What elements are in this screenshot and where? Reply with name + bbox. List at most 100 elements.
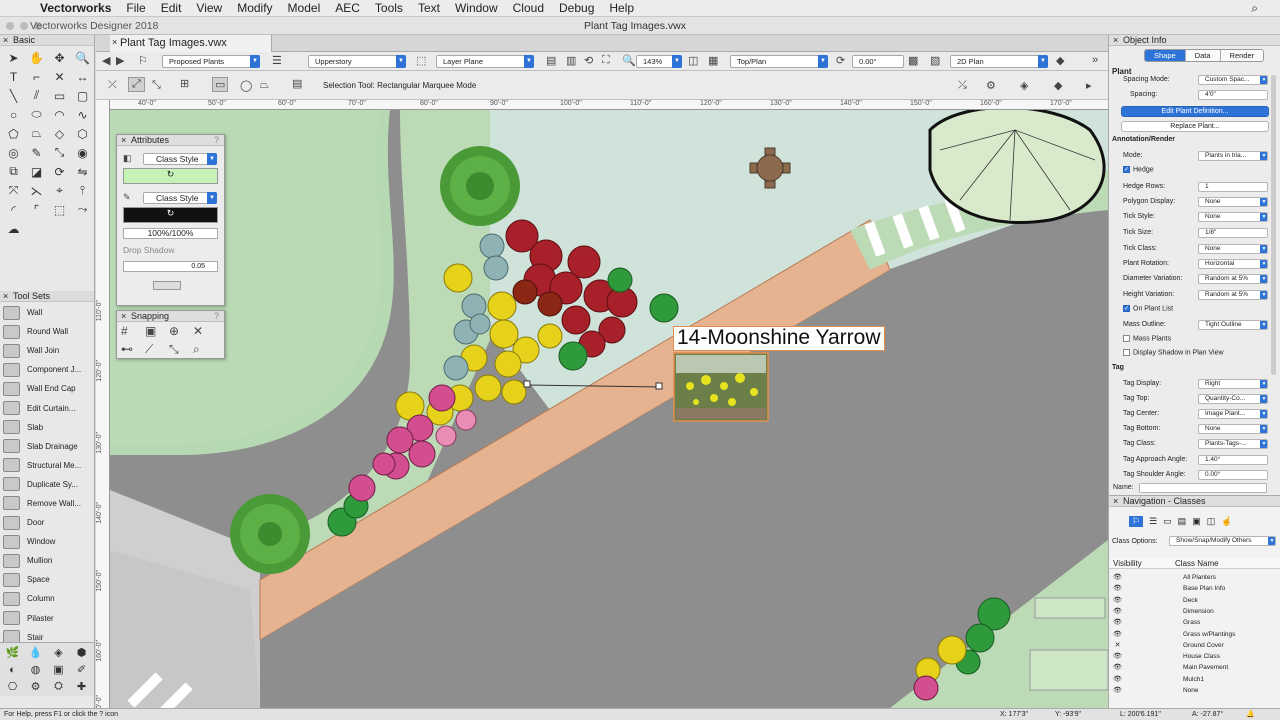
tag-center-select[interactable]: Image Plant... ▼ — [1198, 409, 1268, 419]
disable-interactive-scaling-icon[interactable]: ⤫ — [108, 79, 117, 92]
saved-view-icon[interactable]: ▥ — [566, 54, 576, 67]
pen-style-select[interactable]: Class Style ▼ — [143, 192, 217, 204]
eyedropper-tool-icon[interactable]: ✎ — [25, 143, 48, 162]
spiral-tool-icon[interactable]: ◎ — [2, 143, 25, 162]
visibility-eye-icon[interactable]: 👁 — [1113, 573, 1122, 581]
table-row[interactable]: 👁 Deck — [1109, 595, 1280, 606]
spacing-mode-select[interactable]: Custom Spac... ▼ — [1198, 75, 1268, 85]
views-mode-icon[interactable]: ▭ — [1163, 516, 1172, 527]
table-row[interactable]: 👁 Grass w/Plantings — [1109, 629, 1280, 640]
move-by-points-tool-icon[interactable]: ⤳ — [71, 200, 94, 219]
hand-mode-icon[interactable]: ☝ — [1221, 516, 1232, 527]
visibility-eye-icon[interactable]: 👁 — [1113, 675, 1122, 683]
visibility-eye-icon[interactable]: 👁 — [1113, 618, 1122, 626]
detailing-toolset-icon[interactable]: ◍ — [24, 661, 47, 678]
snap-edge-icon[interactable]: ⌕ — [193, 342, 200, 357]
close-icon[interactable]: × — [3, 291, 8, 302]
tool-component-join[interactable]: Component J... — [0, 360, 94, 379]
tool-window[interactable]: Window — [0, 532, 94, 551]
tool-door[interactable]: Door — [0, 513, 94, 532]
tag-top-select[interactable]: Quantity-Co... ▼ — [1198, 394, 1268, 404]
help-icon[interactable]: ? — [214, 135, 219, 146]
line-weight-select[interactable]: 0.05 — [123, 261, 218, 272]
back-icon[interactable]: ◀ — [102, 54, 110, 67]
menu-tools[interactable]: Tools — [375, 1, 403, 15]
replace-plant-button[interactable]: Replace Plant... — [1121, 121, 1269, 132]
misc-toolset-icon[interactable]: ✚ — [70, 678, 93, 695]
tool-space[interactable]: Space — [0, 570, 94, 589]
snap-point-icon[interactable]: ⤡ — [169, 342, 179, 357]
hedge-rows-field[interactable]: 1 — [1198, 182, 1268, 192]
tool-column[interactable]: Column — [0, 589, 94, 608]
mode-select[interactable]: Plants in tria... ▼ — [1198, 151, 1268, 161]
projection-icon[interactable]: ▩ — [908, 54, 918, 67]
tag-bottom-select[interactable]: None ▼ — [1198, 424, 1268, 434]
visibility-eye-icon[interactable]: 👁 — [1113, 596, 1122, 604]
reshape-tool-icon[interactable]: ⤧ — [2, 181, 25, 200]
more-icon[interactable]: ▸ — [1086, 79, 1092, 92]
regular-polygon-tool-icon[interactable]: ⬡ — [71, 124, 94, 143]
menu-aec[interactable]: AEC — [335, 1, 360, 15]
flyover-tool-icon[interactable]: ✥ — [48, 48, 71, 67]
table-row[interactable]: ✕ Ground Cover — [1109, 640, 1280, 651]
close-icon[interactable]: × — [112, 37, 117, 47]
connect-tool-icon[interactable]: ⌖ — [48, 181, 71, 200]
close-icon[interactable]: × — [121, 135, 126, 146]
selection-tool-icon[interactable]: ➤ — [2, 48, 25, 67]
menu-window[interactable]: Window — [455, 1, 498, 15]
tool-wall[interactable]: Wall — [0, 303, 94, 322]
menu-text[interactable]: Text — [418, 1, 440, 15]
transform-icon[interactable]: ⊞ — [180, 77, 189, 90]
class-options-select[interactable]: Show/Snap/Modify Others ▼ — [1169, 536, 1276, 546]
lasso-marquee-icon[interactable]: ◯ — [240, 79, 252, 92]
snap-grid-icon[interactable]: # — [121, 324, 128, 338]
lighting-icon[interactable]: ◆ — [1056, 54, 1064, 67]
tab-data[interactable]: Data — [1185, 50, 1221, 61]
tag-approach-angle-field[interactable]: 1.40° — [1198, 455, 1268, 465]
view-icon[interactable]: ◫ — [688, 54, 698, 67]
display-shadow-checkbox[interactable]: Display Shadow in Plan View — [1123, 349, 1224, 356]
spotlight-toolset-icon[interactable]: ◐ — [1, 661, 24, 678]
polyline-tool-icon[interactable]: ⬠ — [2, 124, 25, 143]
mass-plants-checkbox[interactable]: Mass Plants — [1123, 335, 1171, 342]
attribute-mapping-tool-icon[interactable]: ⤡ — [48, 143, 71, 162]
3d-modeling-toolset-icon[interactable]: ▣ — [47, 661, 70, 678]
callout-tool-icon[interactable]: ⌐ — [25, 67, 48, 86]
fit-view-icon[interactable]: ⛶ — [602, 54, 610, 67]
zoom-select[interactable]: 143% ▼ — [636, 55, 682, 68]
close-icon[interactable]: × — [3, 35, 8, 46]
dimension-tool-icon[interactable]: ↔ — [71, 67, 94, 86]
table-row[interactable]: 👁 Base Plan Info — [1109, 583, 1280, 594]
clip-tool-icon[interactable]: ◪ — [25, 162, 48, 181]
pick-up-attributes-icon[interactable]: ◆ — [1054, 79, 1062, 92]
menu-view[interactable]: View — [196, 1, 222, 15]
menu-edit[interactable]: Edit — [161, 1, 182, 15]
layers-mode-icon[interactable]: ☰ — [1149, 516, 1157, 527]
table-row[interactable]: 👁 Grass — [1109, 617, 1280, 628]
fill-style-select[interactable]: Class Style ▼ — [143, 153, 217, 165]
freehand-tool-icon[interactable]: ∿ — [71, 105, 94, 124]
snap-distance-icon[interactable]: ⊷ — [121, 342, 133, 356]
render-mode-select[interactable]: 2D Plan ▼ — [950, 55, 1048, 68]
active-plane-select[interactable]: Layer Plane ▼ — [436, 55, 534, 68]
rotate-plan-icon[interactable]: ⟳ — [836, 54, 845, 67]
rectangular-marquee-icon[interactable]: ▭ — [212, 77, 229, 92]
menu-file[interactable]: File — [126, 1, 145, 15]
object-info-scrollbar[interactable] — [1271, 75, 1276, 375]
drawing-canvas[interactable]: 14-Moonshine Yarrow — [110, 110, 1108, 708]
zoom-icon[interactable]: 🔍 — [622, 54, 636, 67]
x-tool-icon[interactable]: ✕ — [48, 67, 71, 86]
fasteners-toolset-icon[interactable]: ⛭ — [47, 678, 70, 695]
on-plant-list-checkbox[interactable]: ✓ On Plant List — [1123, 305, 1173, 312]
tag-shoulder-angle-field[interactable]: 0.00° — [1198, 470, 1268, 480]
table-row[interactable]: 👁 Main Pavement — [1109, 662, 1280, 673]
tab-shape[interactable]: Shape — [1145, 50, 1186, 61]
sheets-mode-icon[interactable]: ▤ — [1178, 516, 1187, 527]
polygon-marquee-icon[interactable]: ⏢ — [260, 79, 269, 92]
tool-remove-wall-breaks[interactable]: Remove Wall... — [0, 494, 94, 513]
symbols-mode-icon[interactable]: ◫ — [1207, 516, 1216, 527]
tool-wall-end-cap[interactable]: Wall End Cap — [0, 379, 94, 398]
tool-pilaster[interactable]: Pilaster — [0, 609, 94, 628]
pen-color-swatch[interactable]: ↻ — [123, 207, 218, 223]
plant-tag-label[interactable]: 14-Moonshine Yarrow — [673, 326, 885, 351]
